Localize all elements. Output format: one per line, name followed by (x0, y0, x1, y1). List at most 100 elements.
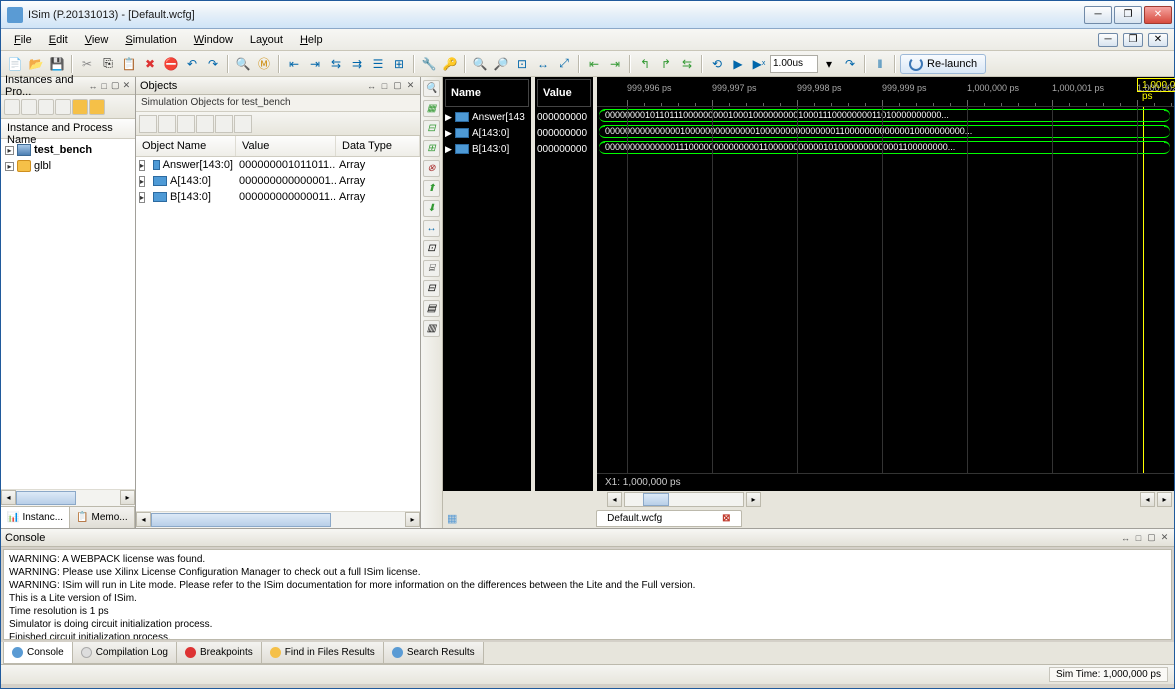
tree-row-glbl[interactable]: ▸ glbl (1, 158, 135, 174)
ot1-icon[interactable] (139, 115, 157, 133)
ot2-icon[interactable] (158, 115, 176, 133)
maximize-icon[interactable]: ▢ (392, 80, 403, 91)
copy-icon[interactable]: ⎘ (98, 54, 118, 74)
expand-icon[interactable]: ▸ (139, 192, 145, 203)
close-button[interactable]: ✕ (1144, 6, 1172, 24)
menu-help[interactable]: Help (293, 31, 330, 49)
tr3-icon[interactable]: ⇆ (677, 54, 697, 74)
col-value[interactable]: Value (236, 136, 336, 156)
prev-tr-icon[interactable]: ↰ (635, 54, 655, 74)
ti5-icon[interactable] (72, 99, 88, 115)
wave-signal-name[interactable]: ▶Answer[143 (443, 109, 531, 125)
close-icon[interactable]: ✕ (1159, 532, 1170, 543)
restart-icon[interactable]: ⟲ (707, 54, 727, 74)
scroll-thumb[interactable] (643, 493, 669, 506)
scroll-right-icon[interactable]: ▸ (120, 490, 135, 505)
expand-icon[interactable]: ▶ (445, 112, 453, 123)
find-icon[interactable]: 🔍 (233, 54, 253, 74)
ti4-icon[interactable] (55, 99, 71, 115)
menu-layout[interactable]: Layout (243, 31, 290, 49)
scroll-left2-icon[interactable]: ◂ (1140, 492, 1155, 507)
wave-signal-name[interactable]: ▶A[143:0] (443, 125, 531, 141)
time-ruler[interactable]: 1,000,000 ps 999,996 ps999,997 ps999,998… (597, 79, 1174, 107)
object-row[interactable]: ▸Answer[143:0]000000001011011...Array (136, 157, 420, 173)
bus-waveform[interactable]: 0000000000000011100000000000000110000000… (599, 141, 1170, 154)
scroll-thumb[interactable] (151, 513, 331, 527)
float-icon[interactable]: □ (1133, 532, 1144, 543)
wt-i5-icon[interactable]: ⊗ (423, 160, 440, 177)
waveform-view[interactable]: Name ▶Answer[143▶A[143:0]▶B[143:0] Value… (443, 77, 1174, 491)
arrows-icon[interactable]: ↔ (366, 80, 377, 91)
ot4-icon[interactable] (196, 115, 214, 133)
zoomcursor-icon[interactable]: ↔ (533, 54, 553, 74)
tab-search[interactable]: Search Results (383, 642, 484, 664)
wt-i6-icon[interactable]: ⬆ (423, 180, 440, 197)
ot3-icon[interactable] (177, 115, 195, 133)
float-icon[interactable]: □ (100, 80, 109, 91)
redo-icon[interactable]: ↷ (203, 54, 223, 74)
run-icon[interactable]: ▶ (728, 54, 748, 74)
expand-icon[interactable]: ▸ (139, 176, 145, 187)
scroll-right-icon[interactable]: ▸ (405, 512, 420, 527)
tab-memory[interactable]: 📋 Memo... (70, 507, 135, 528)
menu-simulation[interactable]: Simulation (118, 31, 183, 49)
object-row[interactable]: ▸A[143:0]000000000000001...Array (136, 173, 420, 189)
maximize-icon[interactable]: ▢ (1146, 532, 1157, 543)
scroll-right2-icon[interactable]: ▸ (1157, 492, 1172, 507)
wt-i8-icon[interactable]: ↔ (423, 220, 440, 237)
t5-icon[interactable]: ☰ (368, 54, 388, 74)
ti3-icon[interactable] (38, 99, 54, 115)
stop-icon[interactable]: ⛔ (161, 54, 181, 74)
runtime-input[interactable] (770, 55, 818, 73)
ot6-icon[interactable] (234, 115, 252, 133)
dropdown-icon[interactable]: ▾ (819, 54, 839, 74)
step-icon[interactable]: ↷ (840, 54, 860, 74)
zoomout-icon[interactable]: 🔎 (491, 54, 511, 74)
paste-icon[interactable]: 📋 (119, 54, 139, 74)
mdi-minimize-button[interactable]: ─ (1098, 33, 1118, 47)
runfor-icon[interactable]: ▶x (749, 54, 769, 74)
key-icon[interactable]: 🔑 (440, 54, 460, 74)
expand-icon[interactable]: ⇥ (305, 54, 325, 74)
obj-hscroll[interactable]: ◂ ▸ (136, 511, 420, 528)
wt-i10-icon[interactable]: ⌸ (423, 260, 440, 277)
cut-icon[interactable]: ✂ (77, 54, 97, 74)
menu-view[interactable]: View (78, 31, 116, 49)
wt-del-icon[interactable]: ⊟ (423, 120, 440, 137)
col-datatype[interactable]: Data Type (336, 136, 420, 156)
scroll-right-icon[interactable]: ▸ (746, 492, 761, 507)
mdi-restore-button[interactable]: ❐ (1123, 33, 1143, 47)
maximize-button[interactable]: ❐ (1114, 6, 1142, 24)
open-icon[interactable]: 📂 (26, 54, 46, 74)
arrows-icon[interactable]: ↔ (88, 80, 97, 91)
menu-edit[interactable]: Edit (42, 31, 75, 49)
ti2-icon[interactable] (21, 99, 37, 115)
instances-tree[interactable]: ▸ test_bench ▸ glbl (1, 139, 135, 489)
tab-findfiles[interactable]: Find in Files Results (261, 642, 384, 664)
wt-i13-icon[interactable]: ▥ (423, 320, 440, 337)
wave-hscroll[interactable]: ◂ ▸ ◂ ▸ (443, 491, 1174, 508)
pause-icon[interactable]: ‖ (870, 54, 890, 74)
relaunch-button[interactable]: Re-launch (900, 54, 986, 74)
col-objectname[interactable]: Object Name (136, 136, 236, 156)
scroll-thumb[interactable] (16, 491, 76, 505)
maximize-icon[interactable]: ▢ (111, 80, 120, 91)
wt-i7-icon[interactable]: ⬇ (423, 200, 440, 217)
save-icon[interactable]: 💾 (47, 54, 67, 74)
new-icon[interactable]: 📄 (5, 54, 25, 74)
arrows-icon[interactable]: ↔ (1120, 532, 1131, 543)
goto-right-icon[interactable]: ⇥ (605, 54, 625, 74)
tab-instances[interactable]: 📊 Instanc... (1, 507, 70, 528)
cursor-line[interactable] (1143, 107, 1144, 473)
zoomfit-icon[interactable]: ⊡ (512, 54, 532, 74)
wrench-icon[interactable]: 🔧 (419, 54, 439, 74)
t6-icon[interactable]: ⊞ (389, 54, 409, 74)
collapse-icon[interactable]: ⇤ (284, 54, 304, 74)
ti6-icon[interactable] (89, 99, 105, 115)
wt-search-icon[interactable]: 🔍 (423, 80, 440, 97)
close-icon[interactable]: ✕ (405, 80, 416, 91)
scroll-left-icon[interactable]: ◂ (136, 512, 151, 527)
scroll-left-icon[interactable]: ◂ (607, 492, 622, 507)
close-icon[interactable]: ⊠ (722, 513, 730, 524)
menu-file[interactable]: File (7, 31, 39, 49)
